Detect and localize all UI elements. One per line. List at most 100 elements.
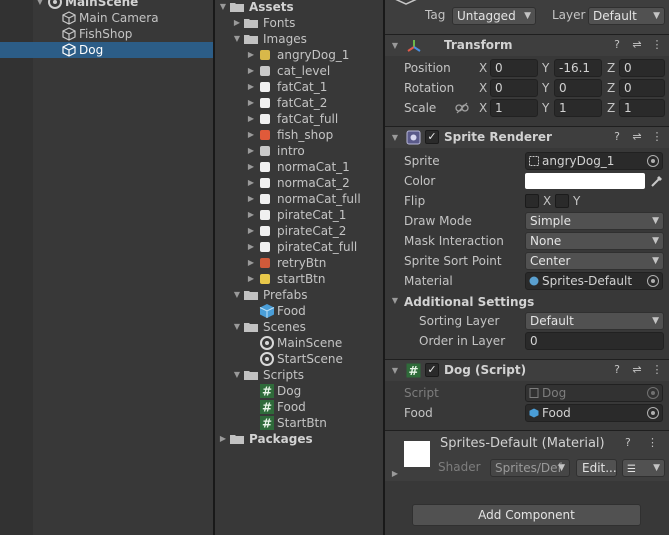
scene-item-start[interactable]: StartScene [215,351,383,367]
dog-script-enabled-checkbox[interactable]: ✓ [425,363,439,377]
flip-x-checkbox[interactable] [525,194,539,208]
image-asset-item[interactable]: ▶ angryDog_1 [215,47,383,63]
preset-icon[interactable]: ⇌ [629,362,645,378]
tag-dropdown[interactable]: Untagged ▼ [452,7,536,25]
image-asset-item[interactable]: ▶ fatCat_2 [215,95,383,111]
expand-arrow-icon[interactable]: ▶ [246,191,256,207]
color-swatch[interactable] [525,173,645,189]
script-item-food[interactable]: # Food [215,399,383,415]
scale-z-field[interactable]: 1 [619,99,665,117]
folder-images[interactable]: ▼ Images [215,31,383,47]
rotation-x-field[interactable]: 0 [490,79,538,97]
folder-assets[interactable]: ▼ Assets [215,0,383,15]
fold-arrow-icon[interactable]: ▼ [390,293,400,309]
help-icon[interactable]: ? [625,436,631,449]
expand-arrow-icon[interactable]: ▶ [246,143,256,159]
transform-header[interactable]: ▼ Transform ? ⇌ ⋮ [385,34,669,56]
rotation-y-field[interactable]: 0 [554,79,602,97]
expand-arrow-icon[interactable]: ▶ [218,431,228,447]
fold-arrow-icon[interactable]: ▶ [390,466,400,482]
image-asset-item[interactable]: ▶ intro [215,143,383,159]
material-object-field[interactable]: Sprites-Default [525,272,663,290]
hierarchy-item-main-camera[interactable]: Main Camera [33,10,213,26]
scale-y-field[interactable]: 1 [554,99,602,117]
edit-shader-button[interactable]: Edit... [576,459,617,477]
kebab-menu-icon[interactable]: ⋮ [647,436,658,449]
expand-arrow-icon[interactable]: ▶ [246,159,256,175]
hierarchy-item-fishshop[interactable]: FishShop [33,26,213,42]
fold-arrow-icon[interactable]: ▼ [390,38,400,54]
help-icon[interactable]: ? [609,362,625,378]
image-asset-item[interactable]: ▶ startBtn [215,271,383,287]
image-asset-item[interactable]: ▶ retryBtn [215,255,383,271]
hierarchy-item-dog[interactable]: Dog [0,42,213,58]
link-constraint-icon[interactable] [455,102,469,114]
object-picker-icon[interactable] [647,155,659,167]
order-in-layer-field[interactable]: 0 [525,332,664,350]
object-picker-icon[interactable] [647,275,659,287]
expand-arrow-icon[interactable]: ▶ [246,127,256,143]
image-asset-item[interactable]: ▶ normaCat_2 [215,175,383,191]
image-asset-item[interactable]: ▶ pirateCat_2 [215,223,383,239]
shader-menu-dropdown[interactable]: ☰ ▼ [622,459,665,477]
expand-arrow-icon[interactable]: ▶ [246,175,256,191]
expand-arrow-icon[interactable]: ▶ [246,95,256,111]
image-asset-item[interactable]: ▶ normaCat_full [215,191,383,207]
scale-x-field[interactable]: 1 [490,99,538,117]
expand-arrow-icon[interactable]: ▶ [246,63,256,79]
expand-arrow-icon[interactable]: ▶ [246,79,256,95]
expand-arrow-icon[interactable]: ▼ [232,319,242,335]
expand-arrow-icon[interactable]: ▶ [246,255,256,271]
expand-arrow-icon[interactable]: ▼ [35,0,45,10]
expand-arrow-icon[interactable]: ▶ [246,223,256,239]
expand-arrow-icon[interactable]: ▼ [232,367,242,383]
draw-mode-dropdown[interactable]: Simple ▼ [525,212,664,230]
expand-arrow-icon[interactable]: ▶ [246,111,256,127]
image-asset-item[interactable]: ▶ pirateCat_1 [215,207,383,223]
help-icon[interactable]: ? [609,37,625,53]
shader-dropdown[interactable]: Sprites/Def ▼ [490,459,570,477]
script-item-startbtn[interactable]: # StartBtn [215,415,383,431]
layer-dropdown[interactable]: Default ▼ [588,7,665,25]
expand-arrow-icon[interactable]: ▶ [246,47,256,63]
folder-scripts[interactable]: ▼ Scripts [215,367,383,383]
flip-y-checkbox[interactable] [555,194,569,208]
position-z-field[interactable]: 0 [619,59,665,77]
sorting-layer-dropdown[interactable]: Default ▼ [525,312,664,330]
kebab-menu-icon[interactable]: ⋮ [649,37,665,53]
folder-fonts[interactable]: ▶ Fonts [215,15,383,31]
kebab-menu-icon[interactable]: ⋮ [649,129,665,145]
help-icon[interactable]: ? [609,129,625,145]
scene-item-main[interactable]: MainScene [215,335,383,351]
expand-arrow-icon[interactable]: ▶ [246,239,256,255]
additional-settings-label[interactable]: Additional Settings [404,293,534,311]
prefab-item-food[interactable]: Food [215,303,383,319]
food-object-field[interactable]: Food [525,404,663,422]
expand-arrow-icon[interactable]: ▶ [232,15,242,31]
sprite-sort-point-dropdown[interactable]: Center ▼ [525,252,664,270]
dog-script-header[interactable]: ▼ # ✓ Dog (Script) ? ⇌ ⋮ [385,359,669,381]
eyedropper-icon[interactable] [650,174,664,188]
expand-arrow-icon[interactable]: ▼ [218,0,228,15]
expand-arrow-icon[interactable]: ▶ [246,207,256,223]
folder-scenes[interactable]: ▼ Scenes [215,319,383,335]
image-asset-item[interactable]: ▶ pirateCat_full [215,239,383,255]
image-asset-item[interactable]: ▶ fish_shop [215,127,383,143]
image-asset-item[interactable]: ▶ cat_level [215,63,383,79]
folder-prefabs[interactable]: ▼ Prefabs [215,287,383,303]
fold-arrow-icon[interactable]: ▼ [390,130,400,146]
mask-interaction-dropdown[interactable]: None ▼ [525,232,664,250]
script-item-dog[interactable]: # Dog [215,383,383,399]
position-y-field[interactable]: -16.1 [554,59,602,77]
folder-packages[interactable]: ▶ Packages [215,431,383,447]
sprite-renderer-header[interactable]: ▼ ✓ Sprite Renderer ? ⇌ ⋮ [385,126,669,148]
kebab-menu-icon[interactable]: ⋮ [649,362,665,378]
expand-arrow-icon[interactable]: ▼ [232,31,242,47]
preset-icon[interactable]: ⇌ [629,37,645,53]
object-picker-icon[interactable] [647,407,659,419]
image-asset-item[interactable]: ▶ fatCat_full [215,111,383,127]
sprite-object-field[interactable]: angryDog_1 [525,152,663,170]
fold-arrow-icon[interactable]: ▼ [390,363,400,379]
expand-arrow-icon[interactable]: ▶ [246,271,256,287]
scene-row[interactable]: ▼ MainScene [33,0,213,10]
